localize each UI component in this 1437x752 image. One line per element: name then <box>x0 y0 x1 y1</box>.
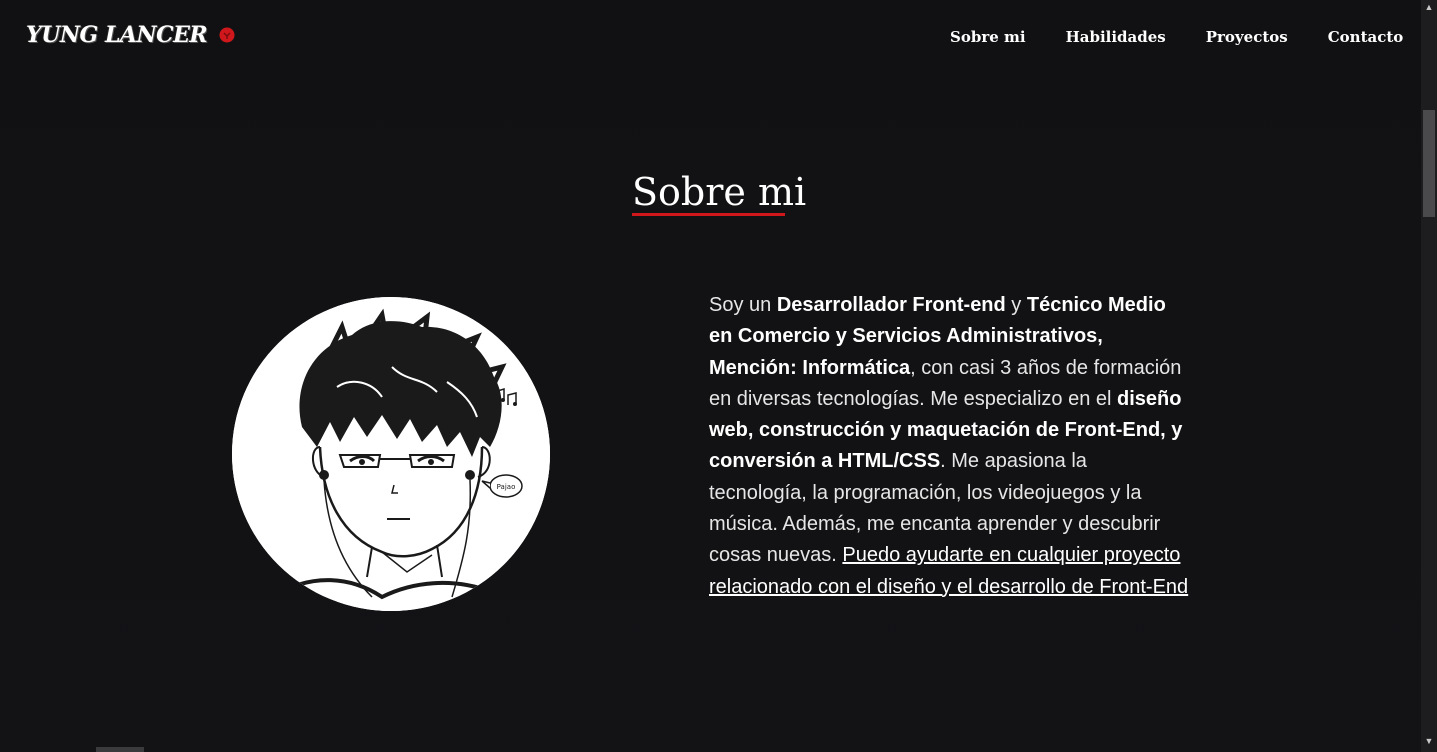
nav-link-proyectos[interactable]: Proyectos <box>1206 28 1288 46</box>
avatar-illustration: Pajao <box>232 297 550 611</box>
logo[interactable]: YUNG LANCER <box>26 22 235 48</box>
about-text-segment: y <box>1005 294 1027 316</box>
about-paragraph: Soy un Desarrollador Front-end y Técnico… <box>709 290 1189 603</box>
red-badge-icon <box>219 27 235 43</box>
avatar: Pajao <box>232 297 550 611</box>
scroll-up-arrow-icon[interactable]: ▲ <box>1424 2 1434 12</box>
avatar-bubble-text: Pajao <box>497 483 516 491</box>
navbar: YUNG LANCER Sobre mi Habilidades Proyect… <box>0 0 1421 78</box>
scroll-down-arrow-icon[interactable]: ▼ <box>1424 736 1434 746</box>
about-text-strong: Desarrollador Front-end <box>776 294 1006 316</box>
main-nav: Sobre mi Habilidades Proyectos Contacto <box>950 28 1403 46</box>
page: YUNG LANCER Sobre mi Habilidades Proyect… <box>0 0 1421 752</box>
scroll-thumb[interactable] <box>1423 110 1435 217</box>
nav-link-sobre-mi[interactable]: Sobre mi <box>950 28 1026 46</box>
section-title: Sobre mi <box>632 170 807 214</box>
nav-link-habilidades[interactable]: Habilidades <box>1066 28 1166 46</box>
horizontal-scroll-thumb[interactable] <box>96 747 144 752</box>
about-text-segment: Soy un <box>709 294 777 316</box>
title-underline <box>632 213 785 216</box>
nav-link-contacto[interactable]: Contacto <box>1328 28 1404 46</box>
logo-text: YUNG LANCER <box>26 22 208 48</box>
vertical-scrollbar[interactable]: ▲ ▼ <box>1421 0 1437 752</box>
